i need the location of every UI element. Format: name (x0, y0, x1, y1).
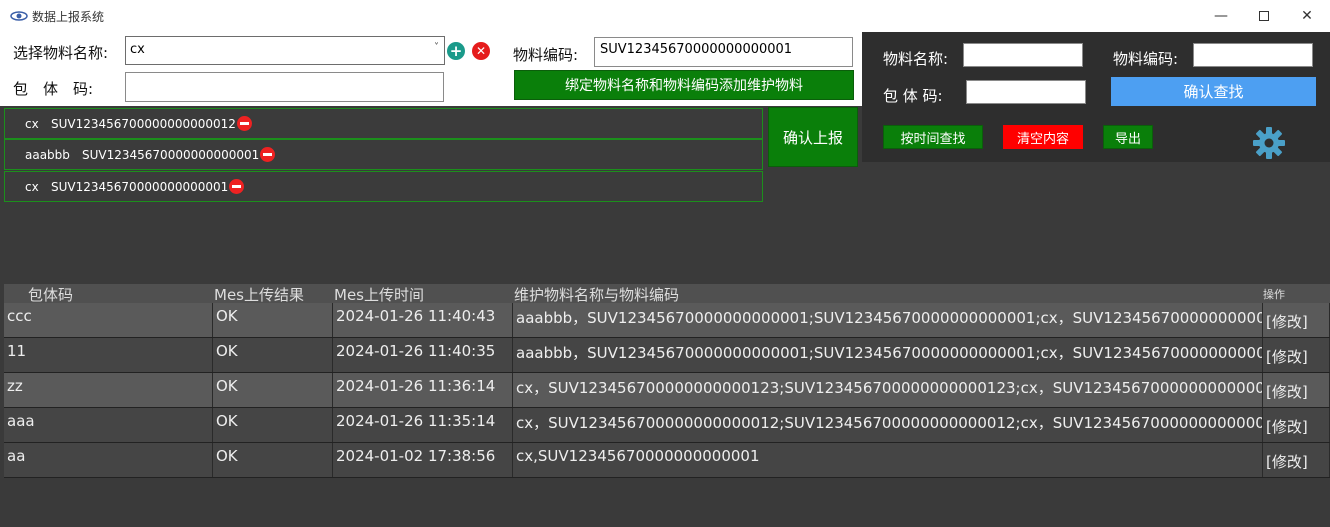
cell-mes-time: 2024-01-26 11:35:14 (333, 408, 513, 442)
remove-item-icon[interactable] (237, 116, 252, 131)
search-name-input[interactable] (963, 43, 1083, 67)
edit-link-label: [修改] (1266, 313, 1308, 331)
cell-package-code: aaa (4, 408, 213, 442)
search-panel: 物料名称: 物料编码: 包 体 码: 确认查找 按时间查找 清空内容 导出 (862, 32, 1330, 162)
cell-package-code: ccc (4, 303, 213, 337)
search-pkg-label: 包 体 码: (883, 87, 943, 105)
edit-link[interactable]: [修改] (1263, 443, 1330, 477)
list-item-code: SUV12345670000000000001 (51, 180, 229, 194)
edit-link-label: [修改] (1266, 383, 1308, 401)
bind-material-button[interactable]: 绑定物料名称和物料编码添加维护物料 (514, 70, 854, 100)
list-item-code: SUV12345670000000000001 (82, 148, 260, 162)
eye-icon (10, 11, 28, 21)
gear-icon[interactable] (1252, 126, 1286, 160)
header-package-code: 包体码 (28, 286, 74, 304)
minimize-icon: — (1214, 8, 1228, 24)
cell-mes-result: OK (213, 373, 333, 407)
search-code-label: 物料编码: (1113, 50, 1179, 68)
close-button[interactable]: ✕ (1284, 0, 1330, 32)
material-list: cx SUV123456700000000000012 aaabbb SUV12… (0, 106, 862, 282)
confirm-search-button[interactable]: 确认查找 (1111, 77, 1316, 106)
search-by-time-button[interactable]: 按时间查找 (883, 125, 983, 149)
maximize-button[interactable] (1241, 0, 1287, 32)
cell-mes-time: 2024-01-26 11:40:35 (333, 338, 513, 372)
table-row: aaa OK 2024-01-26 11:35:14 cx，SUV1234567… (4, 408, 1330, 443)
edit-link-label: [修改] (1266, 348, 1308, 366)
list-item-name: cx (25, 117, 39, 131)
table-header: 包体码 Mes上传结果 Mes上传时间 维护物料名称与物料编码 操作 (4, 284, 1330, 304)
edit-link[interactable]: [修改] (1263, 338, 1330, 372)
remove-item-icon[interactable] (229, 179, 244, 194)
remove-icon[interactable]: ✕ (472, 42, 490, 60)
list-item: cx SUV12345670000000000001 (4, 171, 763, 202)
list-item-code: SUV123456700000000000012 (51, 117, 236, 131)
material-name-label: 选择物料名称: (13, 44, 109, 62)
cell-package-code: zz (4, 373, 213, 407)
material-name-select-value: cx (130, 42, 145, 57)
cell-package-code: 11 (4, 338, 213, 372)
close-icon: ✕ (1301, 8, 1313, 24)
cell-package-code: aa (4, 443, 213, 477)
cell-mes-time: 2024-01-02 17:38:56 (333, 443, 513, 477)
header-action: 操作 (1263, 288, 1285, 301)
edit-link-label: [修改] (1266, 418, 1308, 436)
maximize-icon (1259, 11, 1269, 21)
cell-materials: cx，SUV123456700000000000123;SUV123456700… (513, 373, 1263, 407)
add-icon[interactable]: + (447, 42, 465, 60)
cell-materials: aaabbb，SUV12345670000000000001;SUV123456… (513, 303, 1263, 337)
export-button[interactable]: 导出 (1103, 125, 1153, 149)
table-row: zz OK 2024-01-26 11:36:14 cx，SUV12345670… (4, 373, 1330, 408)
package-code-input[interactable] (125, 72, 444, 102)
table-row: ccc OK 2024-01-26 11:40:43 aaabbb，SUV123… (4, 303, 1330, 338)
edit-link[interactable]: [修改] (1263, 408, 1330, 442)
cell-materials: cx,SUV12345670000000000001 (513, 443, 1263, 477)
cell-mes-time: 2024-01-26 11:40:43 (333, 303, 513, 337)
package-code-label: 包 体 码: (13, 80, 94, 98)
list-item: aaabbb SUV12345670000000000001 (4, 139, 763, 170)
edit-link[interactable]: [修改] (1263, 373, 1330, 407)
search-pkg-input[interactable] (966, 80, 1086, 104)
cell-mes-result: OK (213, 338, 333, 372)
cell-mes-time: 2024-01-26 11:36:14 (333, 373, 513, 407)
material-name-select[interactable]: cx ˅ (125, 36, 445, 65)
window-title: 数据上报系统 (32, 10, 105, 24)
header-mes-result: Mes上传结果 (214, 286, 304, 304)
material-code-input[interactable]: SUV12345670000000000001 (594, 37, 853, 67)
header-mes-time: Mes上传时间 (334, 286, 424, 304)
cell-mes-result: OK (213, 443, 333, 477)
chevron-down-icon: ˅ (434, 42, 439, 53)
list-item: cx SUV123456700000000000012 (4, 108, 763, 139)
material-code-label: 物料编码: (513, 46, 579, 64)
edit-link[interactable]: [修改] (1263, 303, 1330, 337)
table-row: aa OK 2024-01-02 17:38:56 cx,SUV12345670… (4, 443, 1330, 478)
remove-item-icon[interactable] (260, 147, 275, 162)
edit-link-label: [修改] (1266, 453, 1308, 471)
list-item-name: aaabbb (25, 148, 70, 162)
cell-mes-result: OK (213, 303, 333, 337)
clear-content-button[interactable]: 清空内容 (1003, 125, 1083, 149)
confirm-submit-button[interactable]: 确认上报 (768, 107, 858, 167)
search-code-input[interactable] (1193, 43, 1313, 67)
cell-materials: aaabbb，SUV12345670000000000001;SUV123456… (513, 338, 1263, 372)
cell-mes-result: OK (213, 408, 333, 442)
title-bar: 数据上报系统 — ✕ (0, 0, 1330, 32)
header-materials: 维护物料名称与物料编码 (514, 286, 680, 304)
input-form: 选择物料名称: cx ˅ + ✕ 包 体 码: 物料编码: SUV1234567… (0, 32, 862, 106)
table-row: 11 OK 2024-01-26 11:40:35 aaabbb，SUV1234… (4, 338, 1330, 373)
minimize-button[interactable]: — (1198, 0, 1244, 32)
table-empty-area (4, 478, 1330, 527)
cell-materials: cx，SUV123456700000000000012;SUV123456700… (513, 408, 1263, 442)
list-item-name: cx (25, 180, 39, 194)
search-name-label: 物料名称: (883, 50, 949, 68)
